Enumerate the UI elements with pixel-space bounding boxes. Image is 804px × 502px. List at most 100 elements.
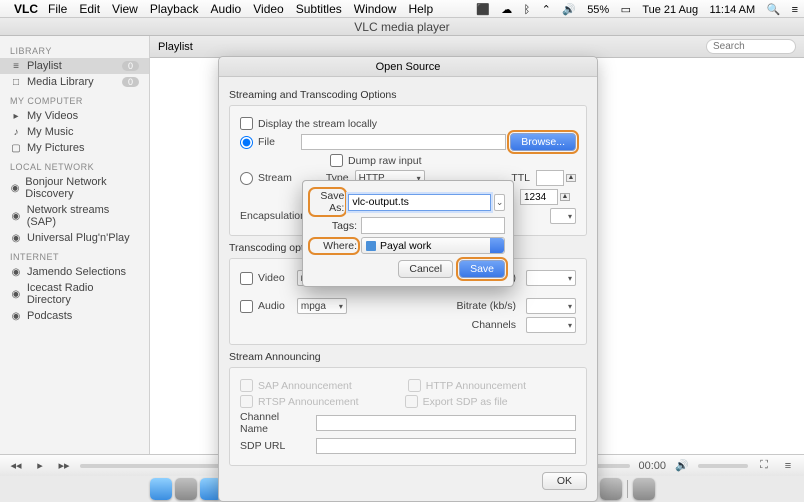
ok-button[interactable]: OK [542,472,587,490]
sap-checkbox [240,379,253,392]
menu-video[interactable]: Video [253,2,283,16]
internet-icon: ◉ [10,289,22,300]
file-path-input[interactable] [301,134,506,150]
fullscreen-button[interactable]: ⛶ [756,459,772,472]
spotlight-icon[interactable]: 🔍 [767,4,781,16]
sidebar-item-my-music[interactable]: ♪ My Music [0,124,149,140]
stream-radio-label: Stream [258,172,292,184]
expand-save-dialog-button[interactable]: ⌄ [494,194,505,211]
next-button[interactable]: ▸▸ [56,459,72,472]
save-as-label: Save As: [311,190,344,214]
wifi-icon[interactable]: ⌃ [542,4,551,16]
sidebar-item-my-pictures[interactable]: ▢My Pictures [0,140,149,156]
sidebar-item-label: Jamendo Selections [27,266,126,278]
battery-percent[interactable]: 55% [587,4,609,16]
music-icon: ♪ [10,127,22,138]
videos-icon: ▸ [10,111,22,122]
menu-window[interactable]: Window [354,2,397,16]
sidebar-item-my-videos[interactable]: ▸My Videos [0,108,149,124]
play-button[interactable]: ▸ [32,459,48,472]
network-icon: ◉ [10,183,20,194]
internet-icon: ◉ [10,311,22,322]
export-sdp-checkbox [405,395,418,408]
sidebar-item-bonjour[interactable]: ◉Bonjour Network Discovery [0,174,149,202]
dump-raw-checkbox[interactable] [330,154,343,167]
display-locally-label: Display the stream locally [258,118,377,130]
sidebar-item-sap[interactable]: ◉Network streams (SAP) [0,202,149,230]
menu-help[interactable]: Help [408,2,433,16]
stream-radio[interactable] [240,172,253,185]
video-bitrate-select[interactable] [526,270,576,286]
menu-subtitles[interactable]: Subtitles [296,2,342,16]
dock-launchpad[interactable] [175,478,197,500]
notification-center-icon[interactable]: ≡ [792,4,798,16]
where-value: Payal work [380,240,431,252]
dock-trash[interactable] [633,478,655,500]
dialog-title: Open Source [219,57,597,77]
volume-slider[interactable] [698,464,748,468]
playlist-icon: ≡ [10,61,22,72]
cancel-button[interactable]: Cancel [398,260,453,278]
streaming-options-heading: Streaming and Transcoding Options [229,89,587,101]
dock-finder[interactable] [150,478,172,500]
rtsp-label: RTSP Announcement [258,396,359,408]
media-library-icon: □ [10,77,22,88]
playlist-toggle-button[interactable]: ≡ [780,460,796,472]
cloud-icon[interactable]: ☁ [501,4,512,16]
volume-icon[interactable]: 🔊 [674,459,690,472]
menu-view[interactable]: View [112,2,138,16]
dump-raw-label: Dump raw input [348,155,422,167]
sidebar-item-podcasts[interactable]: ◉ Podcasts [0,308,149,324]
search-input[interactable] [706,39,796,54]
menubar-time[interactable]: 11:14 AM [710,4,756,16]
file-radio[interactable] [240,136,253,149]
menu-playback[interactable]: Playback [150,2,199,16]
where-location-select[interactable]: Payal work [361,237,505,254]
channel-name-input[interactable] [316,415,576,431]
ttl-stepper[interactable]: ▲ [566,174,576,182]
sidebar-item-label: Podcasts [27,310,72,322]
sidebar-item-upnp[interactable]: ◉Universal Plug'n'Play [0,230,149,246]
menu-edit[interactable]: Edit [79,2,100,16]
sidebar-item-playlist[interactable]: ≡ Playlist 0 [0,58,149,74]
bluetooth-icon[interactable]: ᛒ [524,4,531,16]
sdp-url-input[interactable] [316,438,576,454]
audio-codec-select[interactable]: mpga [297,298,347,314]
sidebar-item-label: Icecast Radio Directory [27,282,139,306]
status-icon[interactable]: ⬛ [476,4,490,16]
save-button[interactable]: Save [459,260,505,278]
sidebar: LIBRARY ≡ Playlist 0 □ Media Library 0 M… [0,36,150,454]
display-locally-checkbox[interactable] [240,117,253,130]
channels-select[interactable] [526,317,576,333]
sidebar-item-icecast[interactable]: ◉ Icecast Radio Directory [0,280,149,308]
time-display: 00:00 [638,460,666,472]
save-as-input[interactable] [348,194,491,211]
ttl-input[interactable] [536,170,564,186]
audio-checkbox[interactable] [240,300,253,313]
video-checkbox[interactable] [240,272,253,285]
sidebar-item-jamendo[interactable]: ◉Jamendo Selections [0,264,149,280]
menu-audio[interactable]: Audio [211,2,242,16]
sidebar-item-media-library[interactable]: □ Media Library 0 [0,74,149,90]
sidebar-item-label: My Music [27,126,73,138]
audio-label: Audio [258,300,285,312]
menu-file[interactable]: File [48,2,67,16]
sidebar-heading-internet: INTERNET [0,246,149,264]
app-name[interactable]: VLC [14,2,38,16]
port-stepper[interactable]: ▲ [560,193,570,201]
port-input[interactable] [520,189,558,205]
network-icon: ◉ [10,233,22,244]
volume-icon[interactable]: 🔊 [562,4,576,16]
battery-icon[interactable]: ▭ [621,4,631,16]
dock-preferences[interactable] [600,478,622,500]
video-label: Video [258,272,285,284]
encapsulation-select[interactable] [550,208,576,224]
browse-button[interactable]: Browse... [510,133,576,151]
audio-bitrate-select[interactable] [526,298,576,314]
prev-button[interactable]: ◂◂ [8,459,24,472]
sdp-url-label: SDP URL [240,440,310,452]
tags-input[interactable] [361,217,505,234]
sidebar-item-label: Playlist [27,60,62,72]
channel-name-label: Channel Name [240,411,310,435]
menubar-date[interactable]: Tue 21 Aug [642,4,698,16]
